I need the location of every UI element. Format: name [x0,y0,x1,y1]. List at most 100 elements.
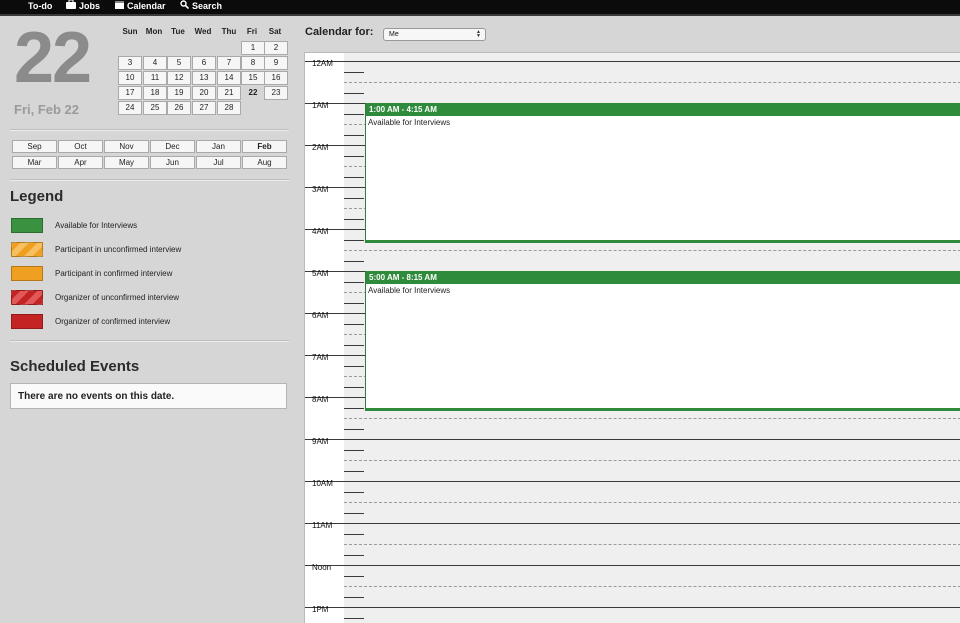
day-cell[interactable]: 2 [264,41,288,55]
quarter-tick [344,302,364,304]
big-day-number: 22 [14,18,92,98]
dow-fri: Fri [246,27,258,36]
hour-label: 3AM [312,185,329,194]
divider [10,340,289,342]
day-cell[interactable]: 20 [192,86,216,100]
quarter-tick [344,344,364,346]
quarter-tick [344,575,364,577]
day-cell[interactable]: 23 [264,86,288,100]
day-cell[interactable]: 26 [167,101,191,115]
day-cell[interactable]: 19 [167,86,191,100]
calendar-for-value: Me [389,31,399,38]
day-cell[interactable]: 17 [118,86,142,100]
date-subtitle: Fri, Feb 22 [14,102,80,117]
quarter-tick [344,197,364,199]
calendar-for-label: Calendar for: [305,26,374,38]
nav-jobs[interactable]: Jobs [66,0,100,14]
event-title: Available for Interviews [368,118,451,127]
nav-search[interactable]: Search [180,0,222,14]
hour-label: 9AM [312,437,329,446]
hour-label: 1PM [312,605,329,614]
hour-label: Noon [312,563,332,572]
month-button[interactable]: Jan [196,140,241,153]
hour-label: 5AM [312,269,329,278]
month-button[interactable]: Aug [242,156,287,169]
month-button[interactable]: Sep [12,140,57,153]
quarter-tick [344,239,364,241]
day-cell[interactable]: 25 [143,101,167,115]
day-cell[interactable]: 13 [192,71,216,85]
calendar-for-select[interactable]: Me ▲ ▼ [383,28,486,41]
day-cell[interactable]: 7 [217,56,241,70]
day-cell[interactable]: 6 [192,56,216,70]
legend-swatch-available [11,218,43,233]
hour-line [305,439,960,440]
calendar-event[interactable]: 1:00 AM - 4:15 AM Available for Interview… [365,103,960,243]
quarter-tick [344,533,364,535]
half-hour-line [344,586,960,587]
month-button[interactable]: Dec [150,140,195,153]
hour-label: 11AM [312,521,333,530]
hour-label: 8AM [312,395,329,404]
dow-wed: Wed [194,27,212,36]
month-button[interactable]: Jul [196,156,241,169]
quarter-tick [344,260,364,262]
day-cell[interactable]: 21 [217,86,241,100]
calendar-event[interactable]: 5:00 AM - 8:15 AM Available for Interview… [365,271,960,411]
divider [10,179,289,181]
day-cell[interactable]: 18 [143,86,167,100]
hour-label: 2AM [312,143,329,152]
day-cell[interactable]: 16 [264,71,288,85]
chevron-updown-icon: ▲ ▼ [476,29,481,39]
month-button[interactable]: Nov [104,140,149,153]
hour-label: 10AM [312,479,333,488]
day-cell[interactable]: 24 [118,101,142,115]
month-button[interactable]: Oct [58,140,103,153]
quarter-tick [344,281,364,283]
quarter-tick [344,428,364,430]
day-cell[interactable]: 1 [241,41,265,55]
day-cell[interactable]: 15 [241,71,265,85]
day-cell-selected[interactable]: 22 [241,86,265,100]
quarter-tick [344,386,364,388]
month-button[interactable]: Apr [58,156,103,169]
legend-title: Legend [10,188,64,205]
nav-todo[interactable]: To-do [28,0,52,14]
month-button[interactable]: Mar [12,156,57,169]
legend-swatch-participant-unconfirmed [11,242,43,257]
nav-calendar[interactable]: Calendar [115,0,166,14]
month-button[interactable]: May [104,156,149,169]
dow-sun: Sun [122,27,138,36]
day-cell[interactable]: 8 [241,56,265,70]
day-cell[interactable]: 4 [143,56,167,70]
day-view-grid[interactable]: 12AM 1AM 2AM 3AM 4AM 5AM 6AM 7AM 8AM 9AM 10AM 11AM N… [304,52,960,623]
day-cell[interactable]: 14 [217,71,241,85]
quarter-tick [344,365,364,367]
day-cell[interactable]: 5 [167,56,191,70]
quarter-tick [344,155,364,157]
hour-line [305,523,960,524]
quarter-tick [344,512,364,514]
day-cell[interactable]: 3 [118,56,142,70]
day-cell[interactable]: 12 [167,71,191,85]
nav-search-label: Search [192,1,223,11]
legend-swatch-organizer-unconfirmed [11,290,43,305]
divider [10,129,289,131]
quarter-tick [344,176,364,178]
half-hour-line [344,82,960,83]
day-cell[interactable]: 11 [143,71,167,85]
event-time: 5:00 AM - 8:15 AM [366,271,960,284]
nav-jobs-label: Jobs [79,1,101,11]
dow-sat: Sat [268,27,282,36]
event-title: Available for Interviews [368,286,451,295]
month-button[interactable]: Jun [150,156,195,169]
day-cell[interactable]: 27 [192,101,216,115]
hour-line [305,61,960,62]
quarter-tick [344,470,364,472]
month-button-selected[interactable]: Feb [242,140,287,153]
day-cell[interactable]: 9 [264,56,288,70]
day-cell[interactable]: 28 [217,101,241,115]
search-icon [180,0,190,12]
hour-label: 6AM [312,311,329,320]
day-cell[interactable]: 10 [118,71,142,85]
